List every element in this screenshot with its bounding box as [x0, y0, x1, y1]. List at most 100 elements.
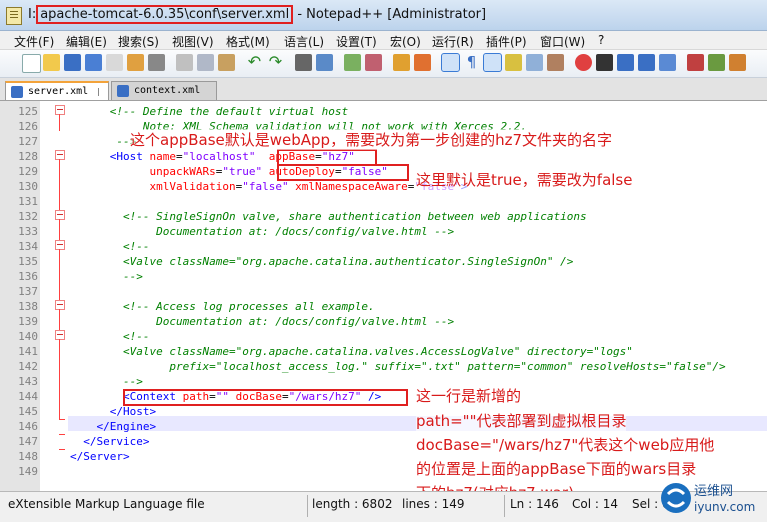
context-highlight-box — [123, 389, 408, 406]
status-lines: lines : 149 — [402, 497, 465, 511]
line-number: 130 — [18, 180, 38, 193]
menu-format[interactable]: 格式(M) — [226, 33, 270, 50]
record-macro-icon[interactable] — [575, 54, 592, 71]
close-tab-icon[interactable] — [98, 88, 107, 96]
plugin-3-icon[interactable] — [729, 54, 746, 71]
fold-toggle[interactable] — [55, 210, 65, 220]
tab-context-xml[interactable]: context.xml — [111, 81, 217, 100]
word-wrap-icon[interactable] — [441, 53, 460, 72]
function-list-icon[interactable] — [547, 54, 564, 71]
site-watermark-logo: 运维网 iyunv.com — [661, 483, 755, 514]
code-line[interactable]: </Server> — [70, 449, 130, 464]
sync-horizontal-icon[interactable] — [414, 54, 431, 71]
code-line[interactable]: xmlValidation="false" xmlNamespaceAware=… — [70, 179, 467, 194]
sync-vertical-icon[interactable] — [393, 54, 410, 71]
code-line[interactable]: --> — [70, 134, 136, 149]
annotation-context-line-4: 的位置是上面的appBase下面的wars目录 — [416, 458, 697, 479]
line-number: 128 — [18, 150, 38, 163]
watermark-domain: iyunv.com — [694, 500, 755, 514]
line-number: 135 — [18, 255, 38, 268]
close-file-icon[interactable] — [106, 54, 123, 71]
menu-macro[interactable]: 宏(O) — [390, 33, 421, 50]
code-token: Documentation at: /docs/config/valve.htm… — [70, 315, 455, 328]
replace-icon[interactable] — [316, 54, 333, 71]
menu-edit[interactable]: 编辑(E) — [66, 33, 107, 50]
fold-toggle[interactable] — [55, 240, 65, 250]
fold-line — [59, 309, 60, 326]
watermark-circle — [661, 483, 691, 513]
copy-icon[interactable] — [197, 54, 214, 71]
code-token: "localhost" — [182, 150, 256, 163]
code-line[interactable]: --> — [70, 269, 143, 284]
code-line[interactable]: <Valve className="org.apache.catalina.au… — [70, 254, 573, 269]
code-line[interactable]: </Engine> — [70, 419, 157, 434]
open-file-icon[interactable] — [43, 54, 60, 71]
code-line[interactable]: <!-- Define the default virtual host — [70, 104, 348, 119]
new-file-icon[interactable] — [22, 54, 41, 73]
saved-file-icon — [117, 85, 129, 97]
user-language-icon[interactable] — [505, 54, 522, 71]
notepad-app-icon[interactable] — [6, 7, 22, 25]
save-all-icon[interactable] — [85, 54, 102, 71]
play-macro-icon[interactable] — [617, 54, 634, 71]
tab-server-xml[interactable]: server.xml — [5, 81, 109, 100]
fold-toggle[interactable] — [55, 105, 65, 115]
plugin-2-icon[interactable] — [708, 54, 725, 71]
show-all-chars-icon[interactable]: ¶ — [463, 54, 480, 71]
status-line-number: Ln : 146 — [510, 497, 559, 511]
menu-settings[interactable]: 设置(T) — [336, 33, 377, 50]
code-line[interactable]: <!-- SingleSignOn valve, share authentic… — [70, 209, 587, 224]
paste-icon[interactable] — [218, 54, 235, 71]
fold-toggle[interactable] — [55, 150, 65, 160]
code-line[interactable]: </Host> — [70, 404, 156, 419]
code-line[interactable]: <Valve className="org.apache.catalina.va… — [70, 344, 633, 359]
line-number: 140 — [18, 330, 38, 343]
zoom-in-icon[interactable] — [344, 54, 361, 71]
menu-file[interactable]: 文件(F) — [14, 33, 54, 50]
code-line[interactable]: Documentation at: /docs/config/valve.htm… — [70, 314, 454, 329]
code-token: unpackWARs — [70, 165, 216, 178]
menu-view[interactable]: 视图(V) — [172, 33, 214, 50]
close-all-icon[interactable] — [127, 54, 144, 71]
status-bar: eXtensible Markup Language file length :… — [0, 491, 767, 522]
menu-language[interactable]: 语言(L) — [284, 33, 324, 50]
play-multiple-icon[interactable] — [638, 54, 655, 71]
menu-search[interactable]: 搜索(S) — [118, 33, 159, 50]
menu-help[interactable]: ? — [598, 33, 604, 47]
code-token: prefix="localhost_access_log." suffix=".… — [70, 360, 726, 373]
stop-macro-icon[interactable] — [596, 54, 613, 71]
code-line[interactable]: <!-- — [70, 329, 150, 344]
line-number: 145 — [18, 405, 38, 418]
doc-map-icon[interactable] — [526, 54, 543, 71]
code-token: <Valve className="org.apache.catalina.au… — [122, 255, 574, 268]
plugin-icon[interactable] — [687, 54, 704, 71]
indent-guide-icon[interactable] — [483, 53, 502, 72]
code-line[interactable]: </Service> — [70, 434, 149, 449]
code-line[interactable]: --> — [70, 374, 143, 389]
menu-window[interactable]: 窗口(W) — [540, 33, 585, 50]
find-icon[interactable] — [295, 54, 312, 71]
menu-run[interactable]: 运行(R) — [432, 33, 474, 50]
cut-icon[interactable] — [176, 54, 193, 71]
undo-icon[interactable]: ↶ — [246, 54, 263, 71]
print-icon[interactable] — [148, 54, 165, 71]
saved-file-icon — [11, 86, 23, 98]
code-line[interactable]: Documentation at: /docs/config/valve.htm… — [70, 224, 454, 239]
menu-plugins[interactable]: 插件(P) — [486, 33, 527, 50]
editor[interactable]: 125 <!-- Define the default virtual host… — [0, 101, 767, 503]
line-number: 146 — [18, 420, 38, 433]
code-token: </Server> — [70, 450, 130, 463]
redo-icon[interactable]: ↷ — [267, 54, 284, 71]
fold-end — [59, 419, 65, 420]
code-line[interactable]: prefix="localhost_access_log." suffix=".… — [70, 359, 726, 374]
fold-toggle[interactable] — [55, 330, 65, 340]
save-icon[interactable] — [64, 54, 81, 71]
annotation-appbase: 这个appBase默认是webApp，需要改为第一步创建的hz7文件夹的名字 — [130, 129, 613, 150]
code-line[interactable]: <!-- — [70, 239, 150, 254]
zoom-out-icon[interactable] — [365, 54, 382, 71]
fold-toggle[interactable] — [55, 300, 65, 310]
code-line[interactable]: <!-- Access log processes all example. — [70, 299, 375, 314]
save-macro-icon[interactable] — [659, 54, 676, 71]
